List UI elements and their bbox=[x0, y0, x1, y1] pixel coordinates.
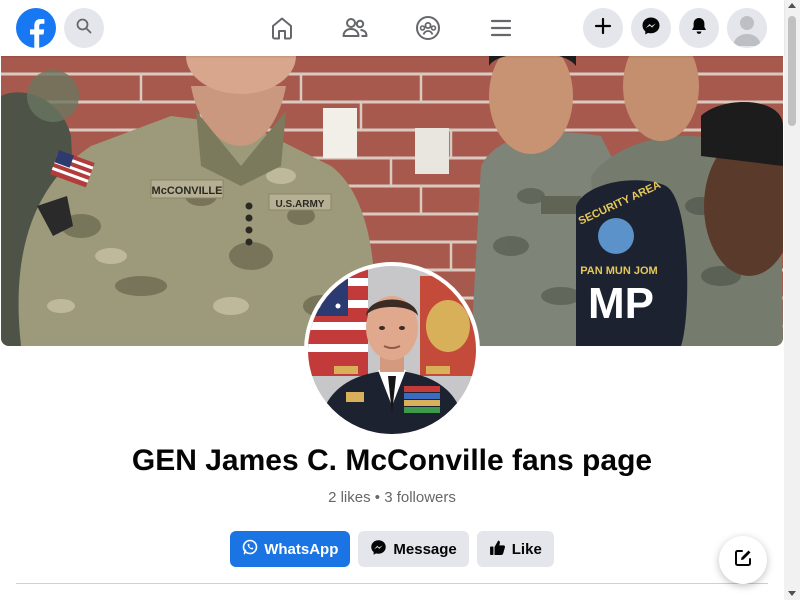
nametape-text: McCONVILLE bbox=[152, 185, 223, 197]
thumbs-up-icon bbox=[489, 539, 506, 560]
message-button-label: Message bbox=[393, 540, 457, 558]
friends-icon[interactable] bbox=[341, 14, 369, 42]
whatsapp-icon bbox=[242, 539, 258, 559]
section-divider bbox=[16, 583, 768, 584]
messenger-button[interactable] bbox=[631, 8, 671, 48]
search-icon bbox=[76, 18, 92, 39]
groups-icon[interactable] bbox=[414, 14, 442, 42]
whatsapp-button[interactable]: WhatsApp bbox=[230, 531, 351, 567]
page-scrollbar[interactable] bbox=[784, 0, 800, 600]
branch-tape-text: U.S.ARMY bbox=[276, 199, 325, 210]
like-button[interactable]: Like bbox=[476, 531, 554, 567]
general-portrait-image bbox=[308, 266, 476, 434]
scroll-down-arrow-icon[interactable] bbox=[788, 591, 796, 596]
notifications-button[interactable] bbox=[679, 8, 719, 48]
scroll-up-arrow-icon[interactable] bbox=[788, 3, 796, 8]
create-button[interactable] bbox=[583, 8, 623, 48]
messenger-icon bbox=[641, 16, 661, 41]
page-title: GEN James C. McConville fans page bbox=[131, 444, 653, 477]
action-buttons: WhatsApp Message Like bbox=[0, 531, 784, 567]
bell-icon bbox=[689, 16, 709, 41]
like-button-label: Like bbox=[511, 540, 542, 558]
home-icon[interactable] bbox=[268, 14, 296, 42]
compose-icon bbox=[733, 548, 753, 573]
page-stats: 2 likes • 3 followers bbox=[328, 489, 456, 506]
search-button[interactable] bbox=[64, 8, 104, 48]
menu-icon[interactable] bbox=[487, 14, 515, 42]
armband-mp-text: MP bbox=[588, 279, 654, 328]
top-navigation-bar bbox=[0, 0, 784, 56]
profile-avatar-icon[interactable] bbox=[727, 8, 767, 48]
facebook-logo-icon[interactable] bbox=[16, 8, 56, 48]
scrollbar-thumb[interactable] bbox=[788, 16, 796, 126]
message-button[interactable]: Message bbox=[358, 531, 469, 567]
whatsapp-button-label: WhatsApp bbox=[264, 540, 339, 558]
new-message-button[interactable] bbox=[719, 536, 767, 584]
plus-icon bbox=[594, 17, 612, 40]
armband-panmunjom-text: PAN MUN JOM bbox=[580, 265, 657, 277]
messenger-icon bbox=[370, 539, 387, 560]
profile-picture[interactable] bbox=[304, 262, 480, 438]
